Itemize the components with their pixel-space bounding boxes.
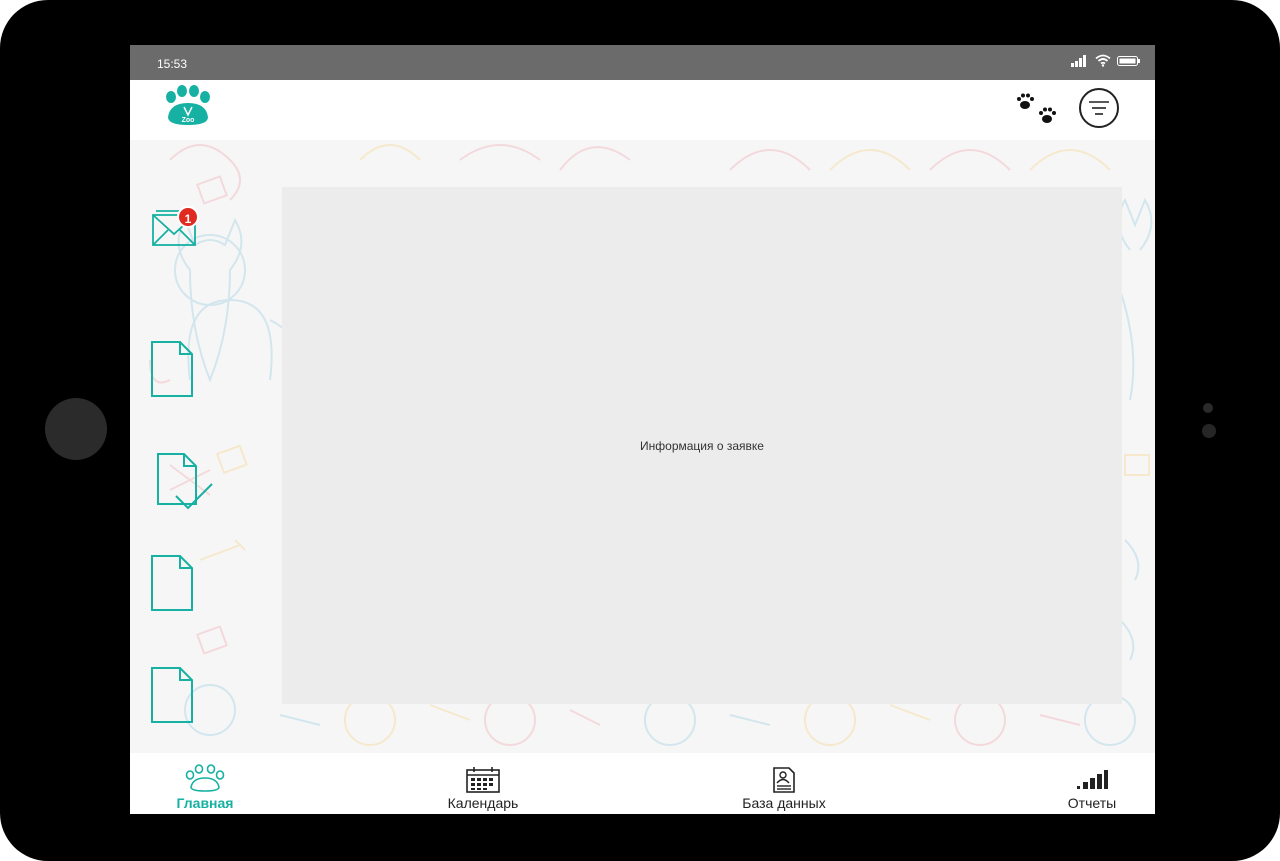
status-bar: 15:53 bbox=[130, 45, 1155, 80]
screen: 15:53 Zoo 1 Информация о заявке Главная … bbox=[130, 45, 1155, 814]
wifi-icon bbox=[1095, 54, 1111, 67]
home-button[interactable] bbox=[45, 398, 107, 460]
paw-icon bbox=[185, 764, 225, 792]
document-icon[interactable] bbox=[148, 552, 196, 614]
tab-calendar-label: Календарь bbox=[447, 795, 519, 811]
tab-reports[interactable]: Отчеты bbox=[1052, 753, 1132, 814]
signal-bars-icon bbox=[1077, 770, 1108, 789]
filter-icon bbox=[1089, 101, 1109, 115]
document-icon[interactable] bbox=[148, 664, 196, 726]
paws-icon[interactable] bbox=[1015, 92, 1061, 128]
bottom-tab-bar: Главная Календарь База данных Отчеты bbox=[130, 753, 1155, 814]
contact-card-icon bbox=[773, 767, 795, 793]
cellular-signal-icon bbox=[1071, 54, 1086, 67]
document-icon[interactable] bbox=[148, 338, 196, 400]
logo-text: Zoo bbox=[182, 117, 195, 124]
tab-database-label: База данных bbox=[742, 795, 826, 811]
status-icons bbox=[1071, 54, 1141, 67]
battery-icon bbox=[1117, 55, 1140, 66]
tab-database[interactable]: База данных bbox=[729, 753, 839, 814]
tablet-frame: 15:53 Zoo 1 Информация о заявке Главная … bbox=[0, 0, 1280, 861]
tab-home-label: Главная bbox=[176, 795, 234, 811]
tab-calendar[interactable]: Календарь bbox=[433, 753, 533, 814]
filter-button[interactable] bbox=[1079, 88, 1119, 128]
tab-reports-label: Отчеты bbox=[1067, 795, 1117, 811]
app-header: Zoo bbox=[130, 80, 1155, 140]
camera-lens bbox=[1202, 424, 1216, 438]
unread-badge: 1 bbox=[177, 206, 199, 228]
document-check-icon[interactable] bbox=[154, 450, 216, 512]
tab-home[interactable]: Главная bbox=[160, 753, 250, 814]
calendar-icon bbox=[466, 767, 500, 793]
status-time: 15:53 bbox=[157, 57, 188, 71]
request-info-panel: Информация о заявке bbox=[282, 187, 1122, 704]
main-content: 1 Информация о заявке bbox=[130, 140, 1155, 753]
camera-dot bbox=[1203, 403, 1213, 413]
zoo-logo[interactable]: Zoo bbox=[160, 85, 216, 133]
request-info-text: Информация о заявке bbox=[640, 438, 764, 453]
